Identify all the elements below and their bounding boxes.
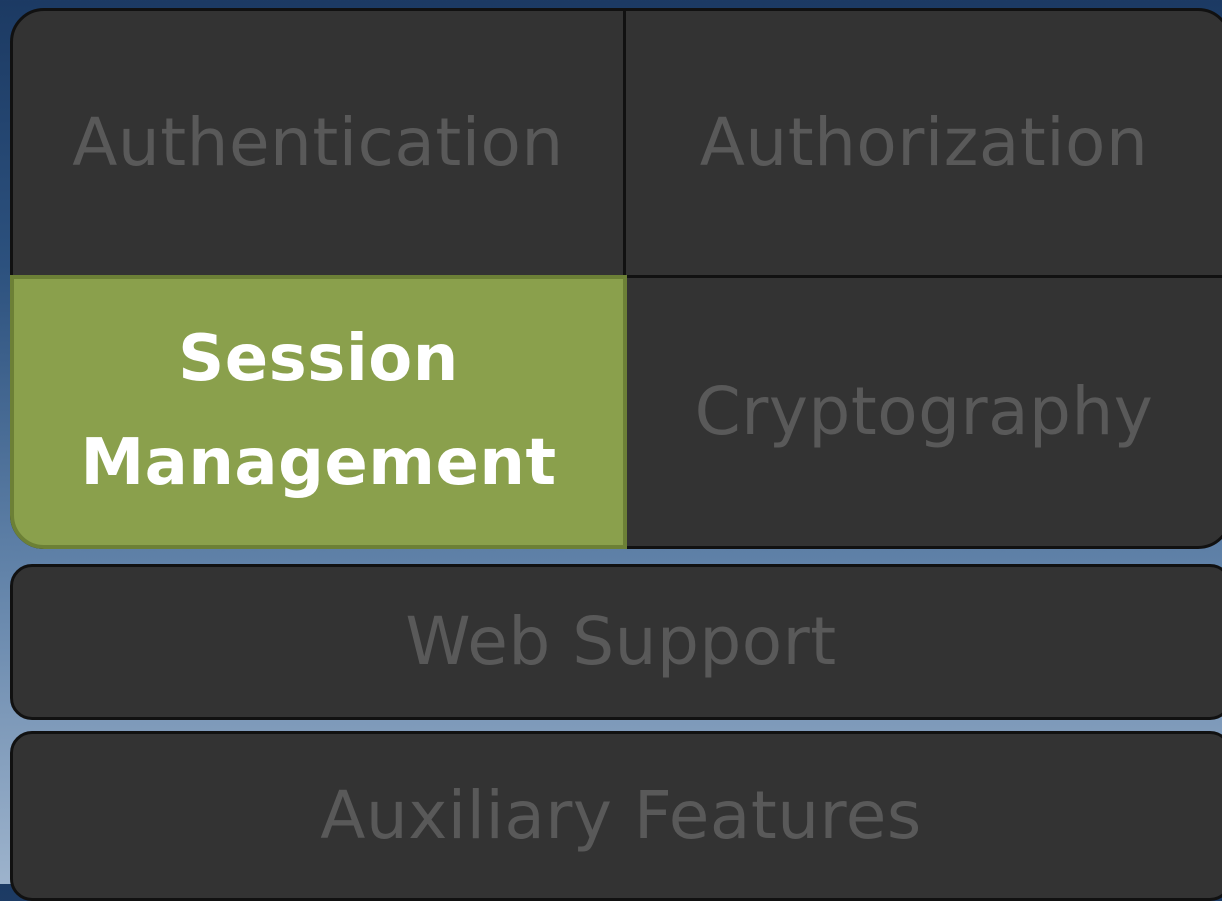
auxiliary-features-label: Auxiliary Features: [320, 777, 922, 855]
session-management-label: Session Management: [80, 308, 556, 515]
authentication-block: Authentication: [13, 11, 623, 275]
web-support-label: Web Support: [405, 603, 837, 681]
authentication-label: Authentication: [72, 104, 564, 182]
web-support-block: Web Support: [10, 564, 1222, 720]
authorization-block: Authorization: [626, 11, 1222, 275]
session-management-line-1: Session: [178, 322, 459, 397]
cryptography-block: Cryptography: [626, 278, 1222, 546]
authorization-label: Authorization: [699, 104, 1149, 182]
session-management-block: Session Management: [10, 275, 627, 549]
auxiliary-features-block: Auxiliary Features: [10, 731, 1222, 901]
cryptography-label: Cryptography: [694, 373, 1154, 451]
session-management-line-2: Management: [80, 426, 557, 500]
